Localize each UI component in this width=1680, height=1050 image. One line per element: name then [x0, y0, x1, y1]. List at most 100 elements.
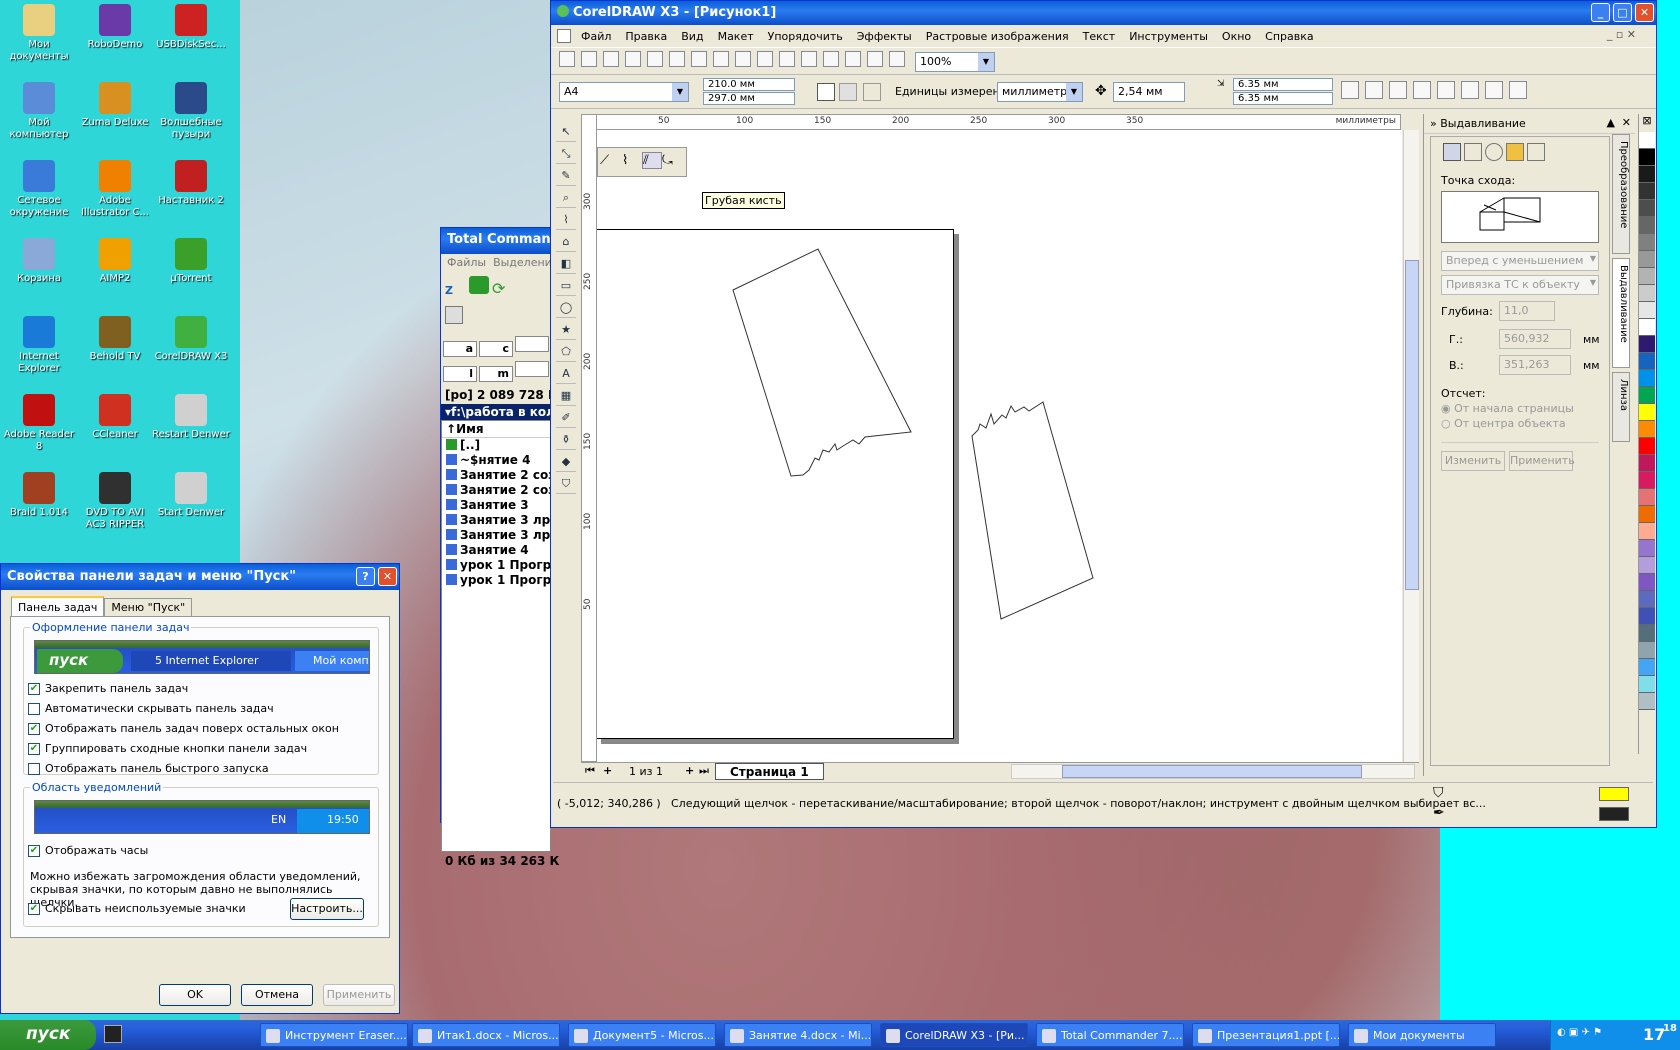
doc-window-controls[interactable]: _ ▫ ✕: [1607, 28, 1636, 41]
palette-swatch[interactable]: [1639, 353, 1655, 370]
page-size-combo[interactable]: A4 ▼: [559, 82, 689, 102]
knife-icon[interactable]: ⟋: [600, 153, 620, 168]
cancel-button[interactable]: Отмена: [241, 984, 313, 1006]
drive-button[interactable]: l: [443, 366, 477, 382]
customize-button[interactable]: Настроить...: [290, 898, 364, 920]
tool-icon[interactable]: ▦: [556, 386, 576, 406]
file-row[interactable]: Занятие 2 соз: [442, 468, 555, 483]
drive-button[interactable]: [515, 361, 549, 377]
quick-launch-icon[interactable]: [104, 1025, 122, 1043]
tool-icon[interactable]: ✐: [556, 408, 576, 428]
palette-swatch[interactable]: [1639, 251, 1655, 268]
docker-collapse-icon[interactable]: ▲: [1607, 116, 1615, 129]
desktop-icon[interactable]: Мои документы: [0, 4, 78, 63]
drive-button[interactable]: m: [479, 366, 513, 382]
tc-menu-select[interactable]: Выделени: [493, 256, 551, 269]
toolbar-button-icon[interactable]: [845, 51, 861, 67]
docker-side-tab[interactable]: Выдавливание: [1612, 258, 1630, 368]
units-combo[interactable]: миллиметры ▼: [997, 82, 1083, 102]
doc-icon[interactable]: [557, 29, 571, 43]
toolbar-button-icon[interactable]: [669, 51, 685, 67]
palette-swatch[interactable]: [1639, 183, 1655, 200]
menu-item[interactable]: Упорядочить: [768, 30, 843, 43]
palette-swatch[interactable]: [1639, 659, 1655, 676]
desktop-icon[interactable]: CorelDRAW X3: [152, 316, 230, 363]
desktop-icon[interactable]: AIMP2: [76, 238, 154, 285]
toolbar-button-icon[interactable]: [779, 51, 795, 67]
desktop-icon[interactable]: RoboDemo: [76, 4, 154, 51]
last-page-icon[interactable]: ⏭: [699, 764, 709, 778]
desktop-icon[interactable]: DVD TO AVI AC3 RIPPER: [76, 472, 154, 531]
desktop-icon[interactable]: µTorrent: [152, 238, 230, 285]
palette-swatch[interactable]: [1639, 489, 1655, 506]
toolbar-button-icon[interactable]: [801, 51, 817, 67]
palette-swatch[interactable]: [1639, 285, 1655, 302]
maximize-button[interactable]: □: [1613, 3, 1632, 22]
roughen-brush-icon[interactable]: ⫽: [642, 152, 662, 169]
vscroll-thumb[interactable]: [1405, 260, 1419, 590]
drawing-canvas[interactable]: ⟋ ⌇ ⫽ ⤿ Грубая кисть: [597, 130, 1402, 762]
palette-swatch[interactable]: [1639, 438, 1655, 455]
tab-taskbar[interactable]: Панель задач: [11, 596, 105, 617]
file-row[interactable]: [..]: [442, 438, 550, 453]
option-checkbox[interactable]: ✔ Группировать сходные кнопки панели зада…: [28, 742, 339, 762]
taskbar-item[interactable]: Инструмент Eraser....: [260, 1023, 408, 1047]
tc-tool-icon[interactable]: [468, 276, 489, 294]
tray-icons[interactable]: ◐ ▣ ✈ ⚑: [1557, 1027, 1602, 1038]
property-button-icon[interactable]: [1485, 81, 1503, 99]
dialog-close-button[interactable]: ✕: [378, 567, 397, 586]
toolbar-button-icon[interactable]: [757, 51, 773, 67]
desktop-icon[interactable]: Сетевое окружение: [0, 160, 78, 219]
file-row[interactable]: Занятие 2 соз: [442, 483, 555, 498]
drive-button[interactable]: c: [479, 341, 513, 357]
toolbar-button-icon[interactable]: [691, 51, 707, 67]
tool-icon[interactable]: ▭: [556, 276, 576, 296]
apply-button[interactable]: Применить: [323, 984, 395, 1006]
portrait-button[interactable]: [817, 83, 835, 101]
desktop-icon[interactable]: Корзина: [0, 238, 78, 285]
toolbar-button-icon[interactable]: [559, 51, 575, 67]
add-page-icon[interactable]: +: [603, 764, 612, 777]
extrude-bevel-icon[interactable]: [1527, 143, 1545, 161]
ok-button[interactable]: OK: [159, 984, 231, 1006]
depth-field[interactable]: 11,0: [1499, 301, 1555, 321]
desktop-icon[interactable]: USBDiskSec...: [152, 4, 230, 51]
option-checkbox[interactable]: ✔ Закрепить панель задач: [28, 682, 339, 702]
menu-item[interactable]: Эффекты: [857, 30, 912, 43]
fill-color-swatch[interactable]: [1599, 787, 1629, 801]
taskbar-item[interactable]: Мои документы: [1348, 1023, 1496, 1047]
tool-icon[interactable]: ◆: [556, 452, 576, 472]
dup-y-field[interactable]: 6.35 мм: [1233, 92, 1333, 105]
first-page-icon[interactable]: ⏮: [585, 764, 595, 778]
toolbar-button-icon[interactable]: [581, 51, 597, 67]
drive-button[interactable]: a: [443, 341, 477, 357]
page-height-field[interactable]: 297.0 мм: [703, 92, 795, 105]
tc-view-icon[interactable]: [445, 306, 463, 324]
page-layout-icon[interactable]: [863, 83, 881, 101]
toolbar-button-icon[interactable]: [823, 51, 839, 67]
desktop-icon[interactable]: Braid 1.014: [0, 472, 78, 519]
property-button-icon[interactable]: [1413, 81, 1431, 99]
taskbar-item[interactable]: Документ5 - Micros...: [568, 1023, 716, 1047]
toolbar-button-icon[interactable]: [603, 51, 619, 67]
taskbar-item[interactable]: Презентация1.ppt [...: [1192, 1023, 1340, 1047]
extrude-light-icon[interactable]: [1485, 143, 1503, 161]
file-row[interactable]: урок 1 Програ: [442, 558, 559, 573]
vanish-type-combo[interactable]: Вперед с уменьшением ▼: [1441, 251, 1599, 271]
tool-icon[interactable]: ⤡: [556, 144, 576, 164]
tool-icon[interactable]: ◯: [556, 298, 576, 318]
tool-icon[interactable]: ⚱: [556, 430, 576, 450]
palette-swatch[interactable]: [1639, 166, 1655, 183]
palette-swatch[interactable]: [1639, 472, 1655, 489]
nudge-field[interactable]: 2,54 мм: [1113, 82, 1185, 102]
drawn-shapes[interactable]: [597, 130, 1402, 762]
palette-swatch[interactable]: [1639, 149, 1655, 166]
taskbar-item[interactable]: Занятие 4.docx - Mi...: [724, 1023, 872, 1047]
help-button[interactable]: ?: [356, 567, 375, 586]
palette-swatch[interactable]: [1639, 455, 1655, 472]
hscroll-thumb[interactable]: [1062, 765, 1362, 778]
docker-apply-button[interactable]: Применить: [1509, 451, 1575, 471]
add-page-after-icon[interactable]: +: [685, 764, 694, 777]
palette-swatch[interactable]: [1639, 370, 1655, 387]
desktop-icon[interactable]: Behold TV: [76, 316, 154, 363]
